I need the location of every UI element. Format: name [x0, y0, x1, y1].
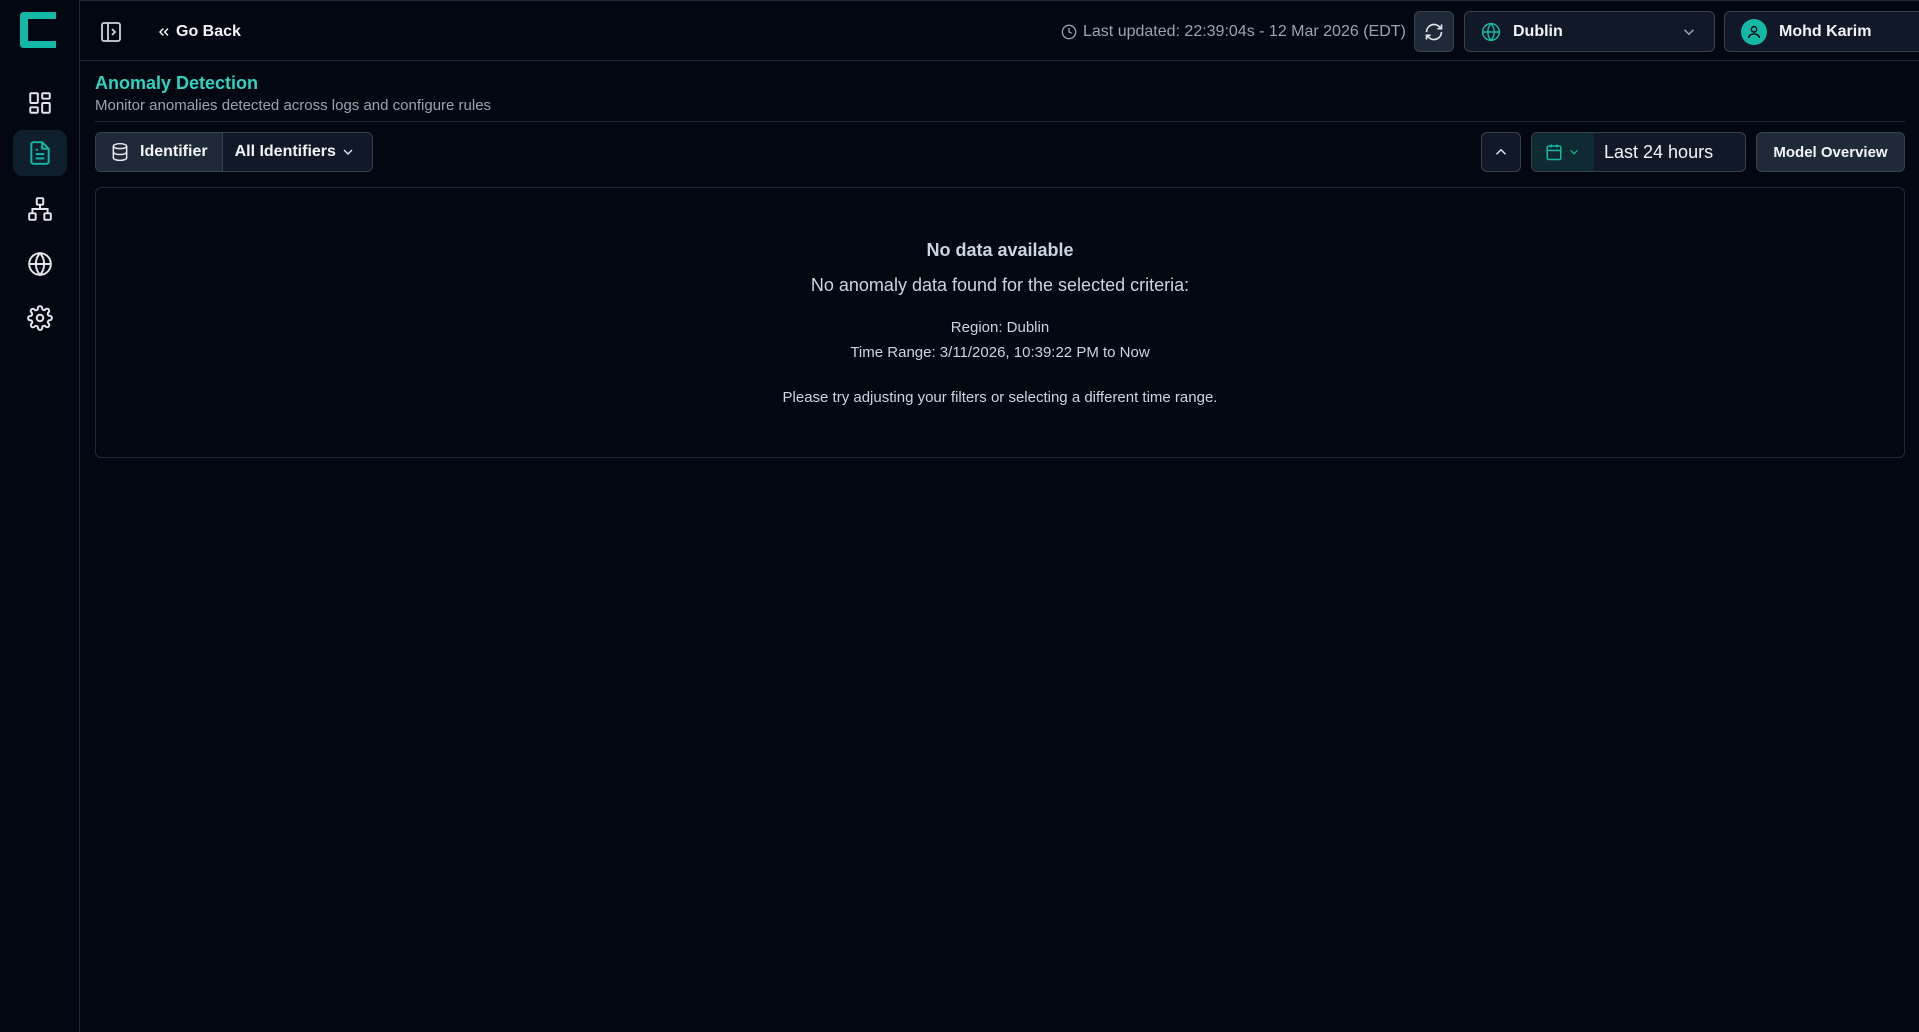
identifier-value: All Identifiers — [234, 143, 336, 160]
time-range-select[interactable]: Last 24 hours — [1594, 133, 1713, 171]
hierarchy-icon — [28, 197, 52, 221]
identifier-select[interactable]: All Identifiers — [221, 133, 372, 171]
clock-icon — [1061, 24, 1077, 40]
page-title: Anomaly Detection — [95, 73, 259, 93]
empty-state-time-range: Time Range: 3/11/2026, 10:39:22 PM to No… — [850, 344, 1150, 361]
region-label: Dublin — [1513, 22, 1563, 40]
sidebar-item-topology[interactable] — [13, 186, 67, 232]
refresh-button[interactable] — [1414, 11, 1454, 52]
document-icon — [30, 141, 50, 165]
identifier-tag: Identifier — [96, 133, 222, 171]
calendar-button[interactable] — [1532, 133, 1594, 171]
chevron-down-icon — [1683, 28, 1695, 35]
sidebar-item-logs[interactable] — [13, 130, 67, 176]
app-logo[interactable] — [16, 8, 60, 52]
collapse-button[interactable] — [1481, 132, 1521, 172]
go-back-label: Go Back — [176, 23, 241, 40]
last-updated-status: Last updated: 22:39:04s - 12 Mar 2026 (E… — [1061, 19, 1406, 45]
identifier-filter: Identifier All Identifiers — [95, 132, 373, 172]
user-menu[interactable]: Mohd Karim — [1724, 11, 1919, 52]
calendar-icon — [1546, 144, 1562, 161]
database-icon — [112, 142, 128, 162]
model-overview-button[interactable]: Model Overview — [1756, 132, 1905, 172]
globe-icon — [28, 251, 52, 277]
chevrons-left-icon — [158, 28, 169, 36]
chevron-up-icon — [1495, 148, 1507, 155]
page-subtitle: Monitor anomalies detected across logs a… — [95, 97, 492, 114]
region-select[interactable]: Dublin — [1464, 11, 1715, 52]
empty-state-hint: Please try adjusting your filters or sel… — [782, 389, 1218, 406]
empty-state-title: No data available — [926, 240, 1074, 260]
globe-icon — [1481, 22, 1501, 41]
gear-icon — [27, 305, 53, 331]
identifier-label: Identifier — [140, 143, 208, 160]
user-name: Mohd Karim — [1779, 22, 1872, 40]
empty-state-region: Region: Dublin — [950, 319, 1050, 336]
divider — [95, 121, 1905, 122]
time-range-picker: Last 24 hours — [1531, 132, 1746, 172]
sidebar-item-regions[interactable] — [13, 241, 67, 287]
go-back-button[interactable]: Go Back — [156, 19, 241, 45]
sidebar-item-dashboard[interactable] — [13, 80, 67, 126]
topbar: Go Back Last updated: 22:39:04s - 12 Mar… — [80, 0, 1919, 61]
sidebar-toggle-button[interactable] — [96, 17, 126, 47]
panel-toggle-icon — [101, 22, 121, 42]
sidebar — [0, 0, 80, 1032]
empty-state-card: No data available No anomaly data found … — [95, 187, 1905, 458]
dashboard-icon — [29, 92, 51, 114]
last-updated-text: Last updated: 22:39:04s - 12 Mar 2026 (E… — [1083, 23, 1406, 40]
empty-state-description: No anomaly data found for the selected c… — [810, 275, 1190, 295]
refresh-icon — [1425, 23, 1443, 40]
chevron-down-icon — [343, 149, 353, 155]
chevron-down-icon — [1570, 149, 1578, 155]
sidebar-item-settings[interactable] — [13, 295, 67, 341]
user-icon — [1747, 25, 1761, 38]
app-root: Go Back Last updated: 22:39:04s - 12 Mar… — [0, 0, 1919, 1032]
avatar — [1741, 18, 1767, 45]
